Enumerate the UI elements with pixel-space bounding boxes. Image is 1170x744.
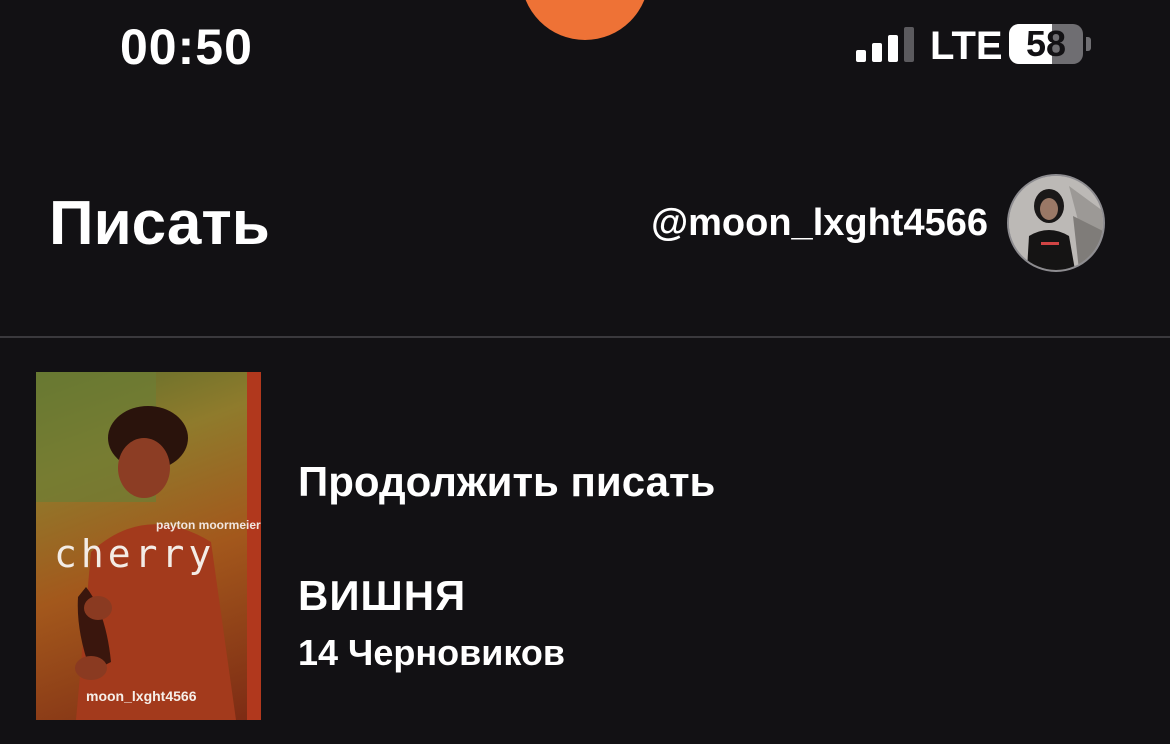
battery-icon: 58 (1009, 24, 1083, 64)
drafts-count: 14 Черновиков (298, 632, 566, 673)
cover-door-frame (247, 372, 261, 720)
story-title[interactable]: ВИШНЯ (298, 572, 466, 620)
page-title: Писать (49, 189, 270, 258)
battery-tip (1086, 37, 1091, 51)
recording-icon (545, 0, 625, 12)
status-time: 00:50 (120, 19, 253, 75)
cover-author: payton moormeier (156, 518, 261, 532)
cover-username: moon_lxght4566 (86, 688, 197, 704)
avatar[interactable] (1007, 174, 1105, 272)
story-cover[interactable]: payton moormeier cherry moon_lxght4566 (36, 372, 261, 720)
battery-percent: 58 (1025, 24, 1067, 64)
signal-icon (856, 26, 914, 62)
cover-title: cherry (54, 532, 216, 576)
username-link[interactable]: @moon_lxght4566 (651, 202, 988, 245)
continue-writing-button[interactable]: Продолжить писать (298, 458, 715, 506)
network-type: LTE (930, 24, 1003, 68)
header-divider (0, 336, 1170, 338)
avatar-photo (1009, 176, 1103, 270)
status-bar: 00:50 LTE 58 (0, 0, 1170, 90)
